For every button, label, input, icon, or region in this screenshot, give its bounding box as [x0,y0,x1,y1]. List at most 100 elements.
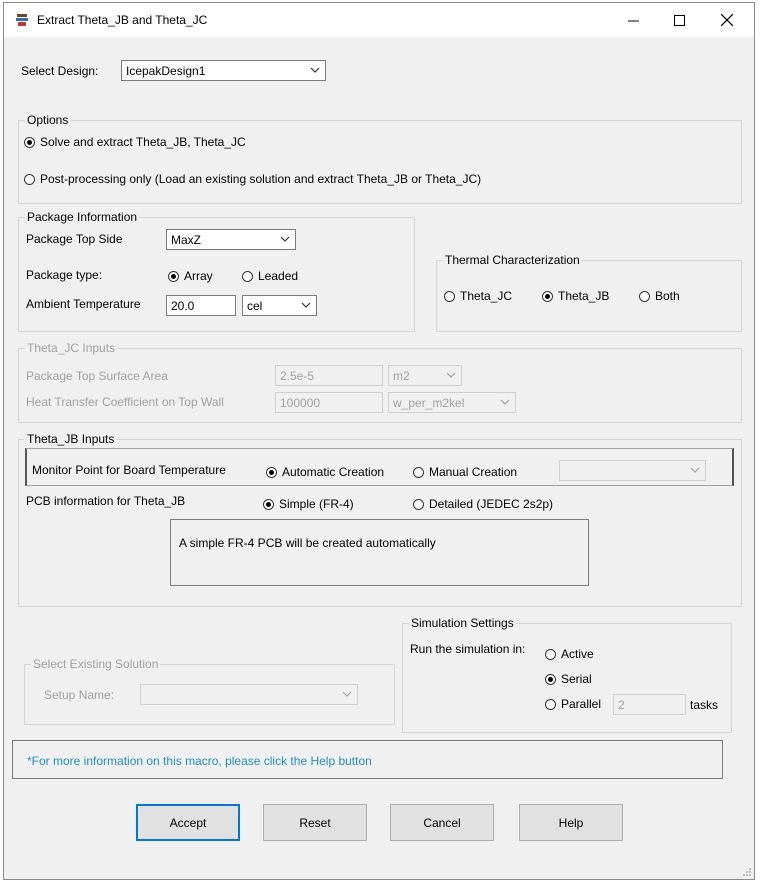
area-unit-select[interactable]: m2 [388,365,462,386]
radio-circle [413,498,424,510]
package-top-side-select[interactable]: MaxZ [166,229,296,250]
chevron-down-icon [342,691,352,697]
heat-transfer-coefficient-value: 100000 [280,396,321,410]
help-button[interactable]: Help [519,804,623,841]
active-radio[interactable]: Active [545,646,594,662]
thermal-characterization-title: Thermal Characterization [443,253,582,267]
detailed-jedec-radio[interactable]: Detailed (JEDEC 2s2p) [413,496,553,512]
ambient-unit-select[interactable]: cel [242,295,317,316]
options-group-title: Options [25,113,71,127]
radio-circle [545,673,556,685]
pcb-note-text: A simple FR-4 PCB will be created automa… [179,536,436,550]
setup-name-select[interactable] [140,684,358,705]
parallel-radio[interactable]: Parallel [545,696,601,712]
manual-monitor-select[interactable] [559,460,706,481]
theta-jb-label: Theta_JB [558,289,610,303]
window-title: Extract Theta_JB and Theta_JC [37,13,208,27]
chevron-down-icon [280,236,290,242]
minimize-icon [627,20,639,21]
accept-button[interactable]: Accept [136,804,240,841]
monitor-point-label: Monitor Point for Board Temperature [32,463,226,477]
package-type-array-radio[interactable]: Array [168,268,213,284]
leaded-label: Leaded [258,269,299,283]
post-processing-radio[interactable]: Post-processing only (Load an existing s… [24,171,481,187]
radio-circle [545,648,556,660]
chevron-down-icon [690,467,700,473]
chevron-down-icon [310,67,320,73]
area-unit-value: m2 [393,369,410,383]
package-top-side-label: Package Top Side [26,232,123,246]
serial-label: Serial [561,672,592,686]
dialog-window: Extract Theta_JB and Theta_JC Select Des… [3,2,755,880]
chevron-down-icon [446,372,456,378]
pcb-information-label: PCB information for Theta_JB [26,494,186,508]
radio-circle [24,173,35,185]
minimize-button[interactable] [610,3,656,37]
htc-unit-value: w_per_m2kel [393,396,465,410]
both-radio[interactable]: Both [639,288,680,304]
existing-solution-title: Select Existing Solution [31,657,161,671]
radio-circle [242,270,253,282]
parallel-label: Parallel [561,697,602,711]
resize-grip-icon[interactable] [742,867,752,877]
htc-unit-select[interactable]: w_per_m2kel [388,392,516,413]
package-top-surface-area-label: Package Top Surface Area [26,369,168,383]
detailed-jedec-label: Detailed (JEDEC 2s2p) [429,497,554,511]
maximize-button[interactable] [656,3,702,37]
ambient-temperature-input[interactable]: 20.0 [166,295,236,316]
package-type-leaded-radio[interactable]: Leaded [242,268,298,284]
maximize-icon [673,14,685,26]
ambient-unit-value: cel [247,299,263,313]
radio-circle [24,136,35,148]
solve-extract-label: Solve and extract Theta_JB, Theta_JC [40,135,246,149]
select-design-label: Select Design: [21,64,99,78]
info-text: *For more information on this macro, ple… [27,754,372,768]
radio-circle [444,290,455,302]
pcb-note-box: A simple FR-4 PCB will be created automa… [170,519,589,586]
chevron-down-icon [301,302,311,308]
theta-jc-inputs-title: Theta_JC Inputs [25,341,118,355]
package-info-title: Package Information [25,210,140,224]
radio-circle [168,270,179,282]
theta-jb-radio[interactable]: Theta_JB [542,288,609,304]
close-button[interactable] [704,3,750,37]
heat-transfer-coefficient-label: Heat Transfer Coefficient on Top Wall [26,395,224,409]
ambient-temperature-value: 20.0 [171,299,195,313]
theta-jc-radio[interactable]: Theta_JC [444,288,512,304]
tasks-label: tasks [690,698,719,712]
manual-creation-label: Manual Creation [429,465,518,479]
theta-jb-inputs-title: Theta_JB Inputs [25,432,117,446]
close-icon [721,14,733,26]
radio-circle [413,466,424,478]
design-select[interactable]: IcepakDesign1 [121,60,326,81]
manual-creation-radio[interactable]: Manual Creation [413,464,517,480]
app-icon [16,14,28,26]
parallel-tasks-value: 2 [618,698,625,712]
package-top-surface-area-input[interactable]: 2.5e-5 [275,365,383,386]
run-simulation-label: Run the simulation in: [410,642,526,656]
simple-fr4-radio[interactable]: Simple (FR-4) [263,496,354,512]
cancel-button[interactable]: Cancel [390,804,494,841]
design-select-value: IcepakDesign1 [126,64,206,78]
package-top-side-value: MaxZ [171,233,201,247]
theta-jc-label: Theta_JC [460,289,513,303]
ambient-temperature-label: Ambient Temperature [26,297,141,311]
radio-circle [545,698,556,710]
automatic-creation-label: Automatic Creation [282,465,385,479]
both-label: Both [655,289,680,303]
parallel-tasks-input[interactable]: 2 [613,694,686,715]
post-processing-label: Post-processing only (Load an existing s… [40,172,482,186]
simulation-settings-title: Simulation Settings [409,616,516,630]
radio-circle [263,498,274,510]
active-label: Active [561,647,594,661]
serial-radio[interactable]: Serial [545,671,592,687]
chevron-down-icon [500,399,510,405]
automatic-creation-radio[interactable]: Automatic Creation [266,464,384,480]
info-box: *For more information on this macro, ple… [12,740,723,779]
heat-transfer-coefficient-input[interactable]: 100000 [275,392,383,413]
array-label: Array [184,269,213,283]
package-top-surface-area-value: 2.5e-5 [280,369,315,383]
solve-extract-radio[interactable]: Solve and extract Theta_JB, Theta_JC [24,134,246,150]
radio-circle [542,290,553,302]
reset-button[interactable]: Reset [263,804,367,841]
